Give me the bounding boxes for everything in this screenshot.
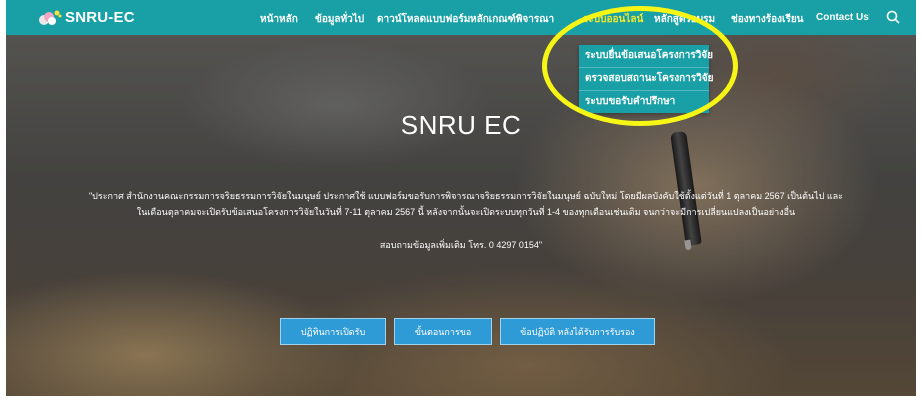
page-frame: SNRU-EC หน้าหลัก ข้อมูลทั่วไป ดาวน์โหลดแ… <box>6 0 916 396</box>
nav-general-info[interactable]: ข้อมูลทั่วไป <box>315 12 364 27</box>
nav-contact-us[interactable]: Contact Us <box>816 12 869 23</box>
nav-download-forms[interactable]: ดาวน์โหลดแบบฟอร์ม <box>377 12 470 27</box>
hero-title: SNRU EC <box>400 110 522 140</box>
top-navbar: SNRU-EC หน้าหลัก ข้อมูลทั่วไป ดาวน์โหลดแ… <box>6 0 916 35</box>
highlight-annotation <box>542 6 738 126</box>
calendar-button[interactable]: ปฏิทินการเปิดรับ <box>280 318 386 345</box>
hero-announcement: "ประกาศ สำนักงานคณะกรรมการจริยธรรมการวิจ… <box>88 191 844 217</box>
nav-complaint-channels[interactable]: ช่องทางร้องเรียน <box>731 12 804 27</box>
flower-logo-icon[interactable] <box>36 8 62 28</box>
nav-home[interactable]: หน้าหลัก <box>260 12 298 27</box>
search-icon[interactable] <box>886 10 900 24</box>
brand-name[interactable]: SNRU-EC <box>65 9 135 26</box>
post-approval-guidelines-button[interactable]: ข้อปฏิบัติ หลังได้รับการรับรอง <box>500 318 655 345</box>
nav-criteria[interactable]: หลักเกณฑ์พิจารณา <box>470 12 554 27</box>
request-steps-button[interactable]: ขั้นตอนการขอ <box>394 318 492 345</box>
hero-contact: สอบถามข้อมูลเพิ่มเติม โทร. 0 4297 0154" <box>379 240 543 250</box>
